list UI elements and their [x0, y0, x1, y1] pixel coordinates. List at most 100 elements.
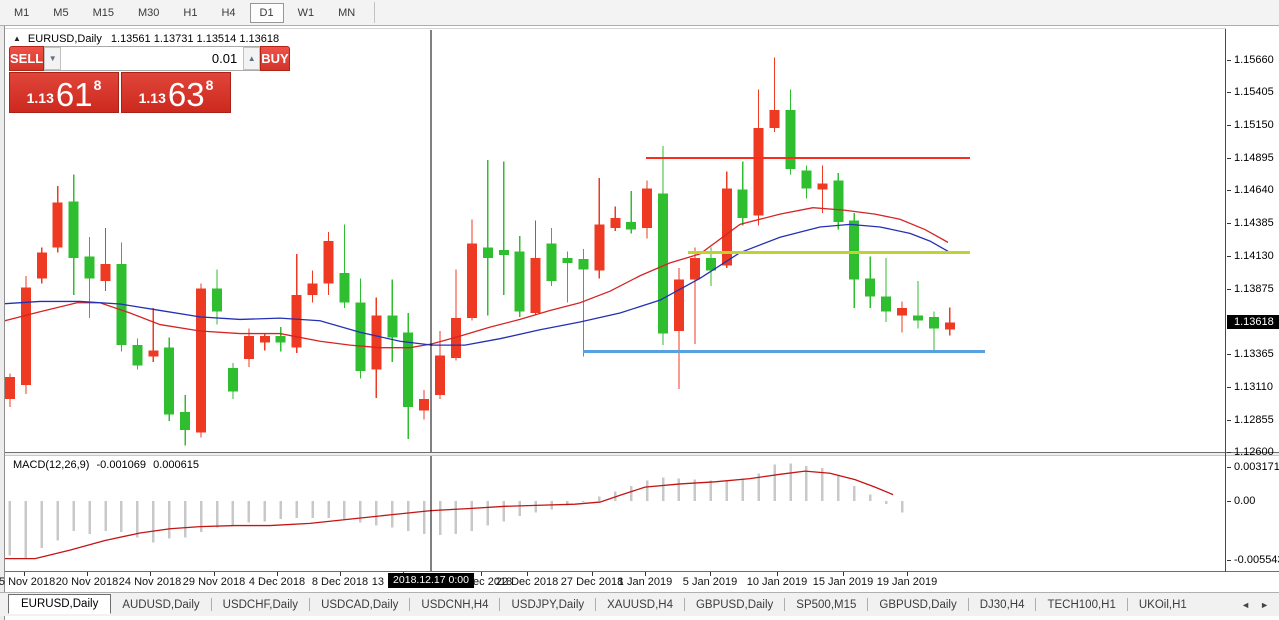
timeframe-button-m5[interactable]: M5	[43, 3, 78, 23]
timeframe-button-mn[interactable]: MN	[328, 3, 365, 23]
timeframe-button-d1[interactable]: D1	[250, 3, 284, 23]
macd-axis-label: -0.005543	[1234, 554, 1279, 566]
price-axis-label: 1.15150	[1234, 119, 1274, 131]
crosshair-date-tooltip: 2018.12.17 0:00	[388, 573, 474, 588]
price-axis-tick	[1227, 60, 1231, 61]
macd-axis: 0.003171 0.00 -0.005543	[1227, 456, 1279, 571]
date-axis-label: 20 Nov 2018	[56, 576, 118, 588]
tab-scroll-left-icon[interactable]: ◄	[1241, 600, 1250, 610]
macd-main-value: -0.001069	[96, 459, 146, 471]
pane-splitter[interactable]	[5, 452, 1279, 456]
date-axis-label: 5 Jan 2019	[683, 576, 737, 588]
chart-tab-usdcad-daily[interactable]: USDCAD,Daily	[310, 596, 409, 614]
chart-tab-bar: EURUSD,DailyAUDUSD,DailyUSDCHF,DailyUSDC…	[0, 592, 1279, 616]
price-axis-label: 1.13365	[1234, 348, 1274, 360]
chart-tab-gbpusd-daily[interactable]: GBPUSD,Daily	[868, 596, 967, 614]
macd-signal-value: 0.000615	[153, 459, 199, 471]
macd-axis-tick	[1227, 467, 1231, 468]
bid-price-display[interactable]: 1.13618	[9, 72, 119, 113]
macd-axis-label: 0.00	[1234, 495, 1255, 507]
date-axis-label: 10 Jan 2019	[747, 576, 808, 588]
chart-title: ▲ EURUSD,Daily 1.13561 1.13731 1.13514 1.1…	[13, 33, 279, 45]
chart-tab-audusd-daily[interactable]: AUDUSD,Daily	[111, 596, 210, 614]
date-axis: 2018.12.17 0:00 15 Nov 201820 Nov 201824…	[5, 572, 1226, 591]
ask-price-display[interactable]: 1.13638	[121, 72, 231, 113]
price-axis-tick	[1227, 420, 1231, 421]
collapse-trade-panel-icon[interactable]: ▲	[13, 34, 21, 43]
price-axis-tick	[1227, 256, 1231, 257]
price-axis-label: 1.14640	[1234, 184, 1274, 196]
timeframe-button-h1[interactable]: H1	[173, 3, 207, 23]
macd-axis-label: 0.003171	[1234, 461, 1279, 473]
price-axis-tick	[1227, 387, 1231, 388]
macd-name: MACD(12,26,9)	[13, 459, 89, 471]
chart-tab-usdcnh-h4[interactable]: USDCNH,H4	[410, 596, 499, 614]
price-axis-tick	[1227, 452, 1231, 453]
chart-tab-sp500-m15[interactable]: SP500,M15	[785, 596, 867, 614]
price-axis-label: 1.12855	[1234, 414, 1274, 426]
current-price-tag: 1.13618	[1227, 315, 1279, 329]
timeframe-button-m1[interactable]: M1	[4, 3, 39, 23]
timeframe-button-w1[interactable]: W1	[288, 3, 325, 23]
price-axis-label: 1.14130	[1234, 250, 1274, 262]
chart-top-border	[5, 28, 1226, 29]
toolbar-separator	[374, 2, 375, 23]
bid-price-big-digits: 61	[56, 78, 93, 111]
price-axis-label: 1.15660	[1234, 54, 1274, 66]
trading-terminal-window: M1M5M15M30H1H4D1W1MN ▲ EURUSD,Daily 1.1356…	[0, 0, 1279, 620]
price-axis-tick	[1227, 223, 1231, 224]
volume-input[interactable]	[61, 47, 243, 70]
price-axis-tick	[1227, 158, 1231, 159]
chart-ohlc-values: 1.13561 1.13731 1.13514 1.13618	[111, 33, 279, 45]
timeframe-button-m15[interactable]: M15	[83, 3, 124, 23]
timeframe-toolbar: M1M5M15M30H1H4D1W1MN	[0, 0, 1279, 26]
ask-price-pipette: 8	[206, 77, 214, 93]
price-axis-tick	[1227, 92, 1231, 93]
date-axis-label: 4 Dec 2018	[249, 576, 305, 588]
price-axis-label: 1.13110	[1234, 381, 1273, 393]
bid-price-pipette: 8	[94, 77, 102, 93]
chart-tab-dj30-h4[interactable]: DJ30,H4	[969, 596, 1036, 614]
tab-scroll-right-icon[interactable]: ►	[1260, 600, 1269, 610]
timeframe-button-m30[interactable]: M30	[128, 3, 169, 23]
tab-scroll-arrows: ◄►	[1231, 600, 1279, 610]
macd-axis-tick	[1227, 501, 1231, 502]
price-axis-tick	[1227, 125, 1231, 126]
price-axis-tick	[1227, 289, 1231, 290]
date-axis-label: 29 Nov 2018	[183, 576, 245, 588]
chart-tab-usdjpy-daily[interactable]: USDJPY,Daily	[500, 596, 595, 614]
date-axis-label: 15 Jan 2019	[813, 576, 874, 588]
chart-tab-eurusd-daily[interactable]: EURUSD,Daily	[8, 594, 111, 614]
chart-symbol-label: EURUSD,Daily	[28, 33, 102, 45]
axis-border	[1225, 29, 1226, 572]
price-axis-label: 1.15405	[1234, 86, 1274, 98]
one-click-trade-panel: SELL ▼ ▲ BUY 1.13618 1.13638	[9, 46, 231, 113]
bid-price-prefix: 1.13	[27, 90, 54, 106]
chart-tab-xauusd-h4[interactable]: XAUUSD,H4	[596, 596, 684, 614]
macd-chart-canvas[interactable]	[5, 456, 1226, 571]
date-axis-label: 27 Dec 2018	[561, 576, 623, 588]
price-axis-label: 1.14895	[1234, 152, 1274, 164]
date-axis-label: 1 Jan 2019	[618, 576, 672, 588]
chart-tab-tech100-h1[interactable]: TECH100,H1	[1036, 596, 1126, 614]
date-axis-label: 24 Nov 2018	[119, 576, 181, 588]
chart-tab-ukoil-h1[interactable]: UKOil,H1	[1128, 596, 1198, 614]
timeframe-button-h4[interactable]: H4	[211, 3, 245, 23]
buy-button[interactable]: BUY	[260, 46, 289, 71]
sell-button[interactable]: SELL	[9, 46, 44, 71]
ask-price-big-digits: 63	[168, 78, 205, 111]
chart-tab-usdchf-daily[interactable]: USDCHF,Daily	[212, 596, 309, 614]
ask-price-prefix: 1.13	[139, 90, 166, 106]
price-axis-tick	[1227, 354, 1231, 355]
date-axis-label: 22 Dec 2018	[496, 576, 558, 588]
date-axis-label: 15 Nov 2018	[0, 576, 55, 588]
volume-stepper: ▼ ▲	[44, 46, 260, 71]
chart-tab-gbpusd-daily[interactable]: GBPUSD,Daily	[685, 596, 784, 614]
price-axis-tick	[1227, 190, 1231, 191]
price-axis-label: 1.13875	[1234, 283, 1274, 295]
macd-indicator-label: MACD(12,26,9) -0.001069 0.000615	[13, 459, 203, 471]
volume-up-button[interactable]: ▲	[243, 47, 260, 70]
volume-down-button[interactable]: ▼	[44, 47, 61, 70]
price-axis: 1.13618 1.15660 1.15405 1.15150 1.14895 1.14…	[1227, 30, 1279, 453]
price-axis-label: 1.14385	[1234, 217, 1274, 229]
